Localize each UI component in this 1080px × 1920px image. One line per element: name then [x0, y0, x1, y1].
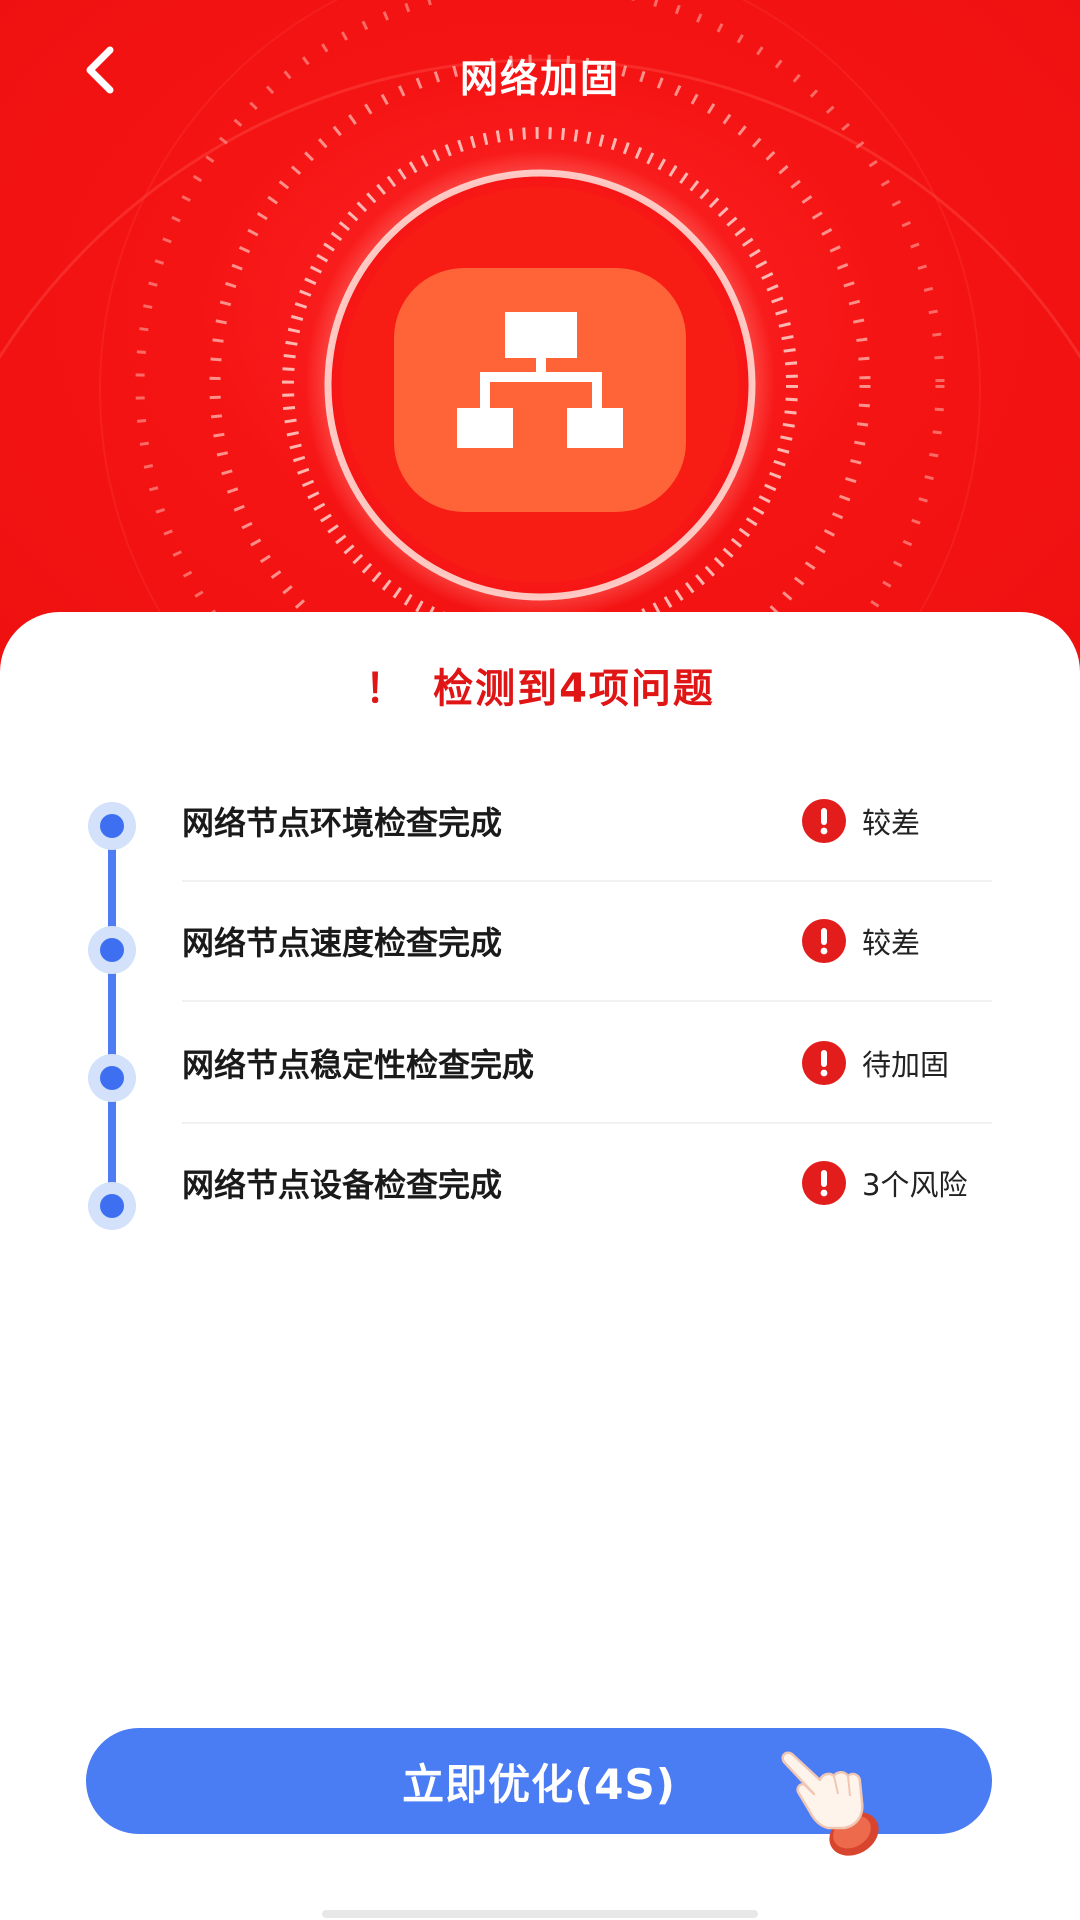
status-text: 3个风险	[862, 1168, 968, 1202]
check-label: 网络节点稳定性检查完成	[182, 1046, 535, 1084]
summary-alert-mark: ！	[365, 666, 408, 712]
check-label: 网络节点速度检查完成	[182, 924, 503, 962]
pointing-hand-icon	[781, 1751, 879, 1856]
alert-circle-icon	[802, 1041, 846, 1085]
check-status: 较差	[802, 919, 992, 963]
page-title: 网络加固	[459, 57, 620, 101]
alert-circle-icon	[802, 799, 846, 843]
status-text: 较差	[862, 806, 921, 840]
check-status: 待加固	[802, 1041, 992, 1085]
alert-circle-icon	[802, 919, 846, 963]
status-text: 较差	[862, 926, 921, 960]
optimize-button-label: 立即优化(4S)	[402, 1759, 676, 1809]
status-text: 待加固	[862, 1048, 950, 1082]
summary-text: 检测到4项问题	[433, 666, 715, 712]
check-label: 网络节点环境检查完成	[182, 804, 503, 842]
results-card: ！检测到4项问题 网络节点环境检查完成 较差 网络节点速度检查完成 较差 网络节…	[0, 612, 1080, 1920]
timeline-dot	[88, 1054, 136, 1102]
check-item-speed: 网络节点速度检查完成 较差	[182, 882, 992, 1002]
check-item-device: 网络节点设备检查完成 3个风险	[182, 1124, 992, 1242]
header-hero: 网络加固	[0, 0, 1080, 700]
check-status: 较差	[802, 799, 992, 843]
timeline-dot	[88, 1182, 136, 1230]
home-indicator	[322, 1910, 758, 1918]
timeline-dot	[88, 802, 136, 850]
check-status: 3个风险	[802, 1161, 992, 1205]
radar-rings-graphic	[0, 0, 1080, 700]
timeline-track	[108, 822, 116, 1202]
timeline-dot	[88, 926, 136, 974]
network-hardening-screen: 网络加固 ！ 检测到4项问题 网络节点环境检查完成 较差 网络节点速度检查完成 较…	[0, 0, 1080, 1920]
alert-circle-icon	[802, 1161, 846, 1205]
issues-summary: ！ 检测到4项问题	[0, 656, 1080, 714]
check-item-stability: 网络节点稳定性检查完成 待加固	[182, 1004, 992, 1124]
check-item-environment: 网络节点环境检查完成 较差	[182, 762, 992, 882]
check-label: 网络节点设备检查完成	[182, 1166, 503, 1204]
